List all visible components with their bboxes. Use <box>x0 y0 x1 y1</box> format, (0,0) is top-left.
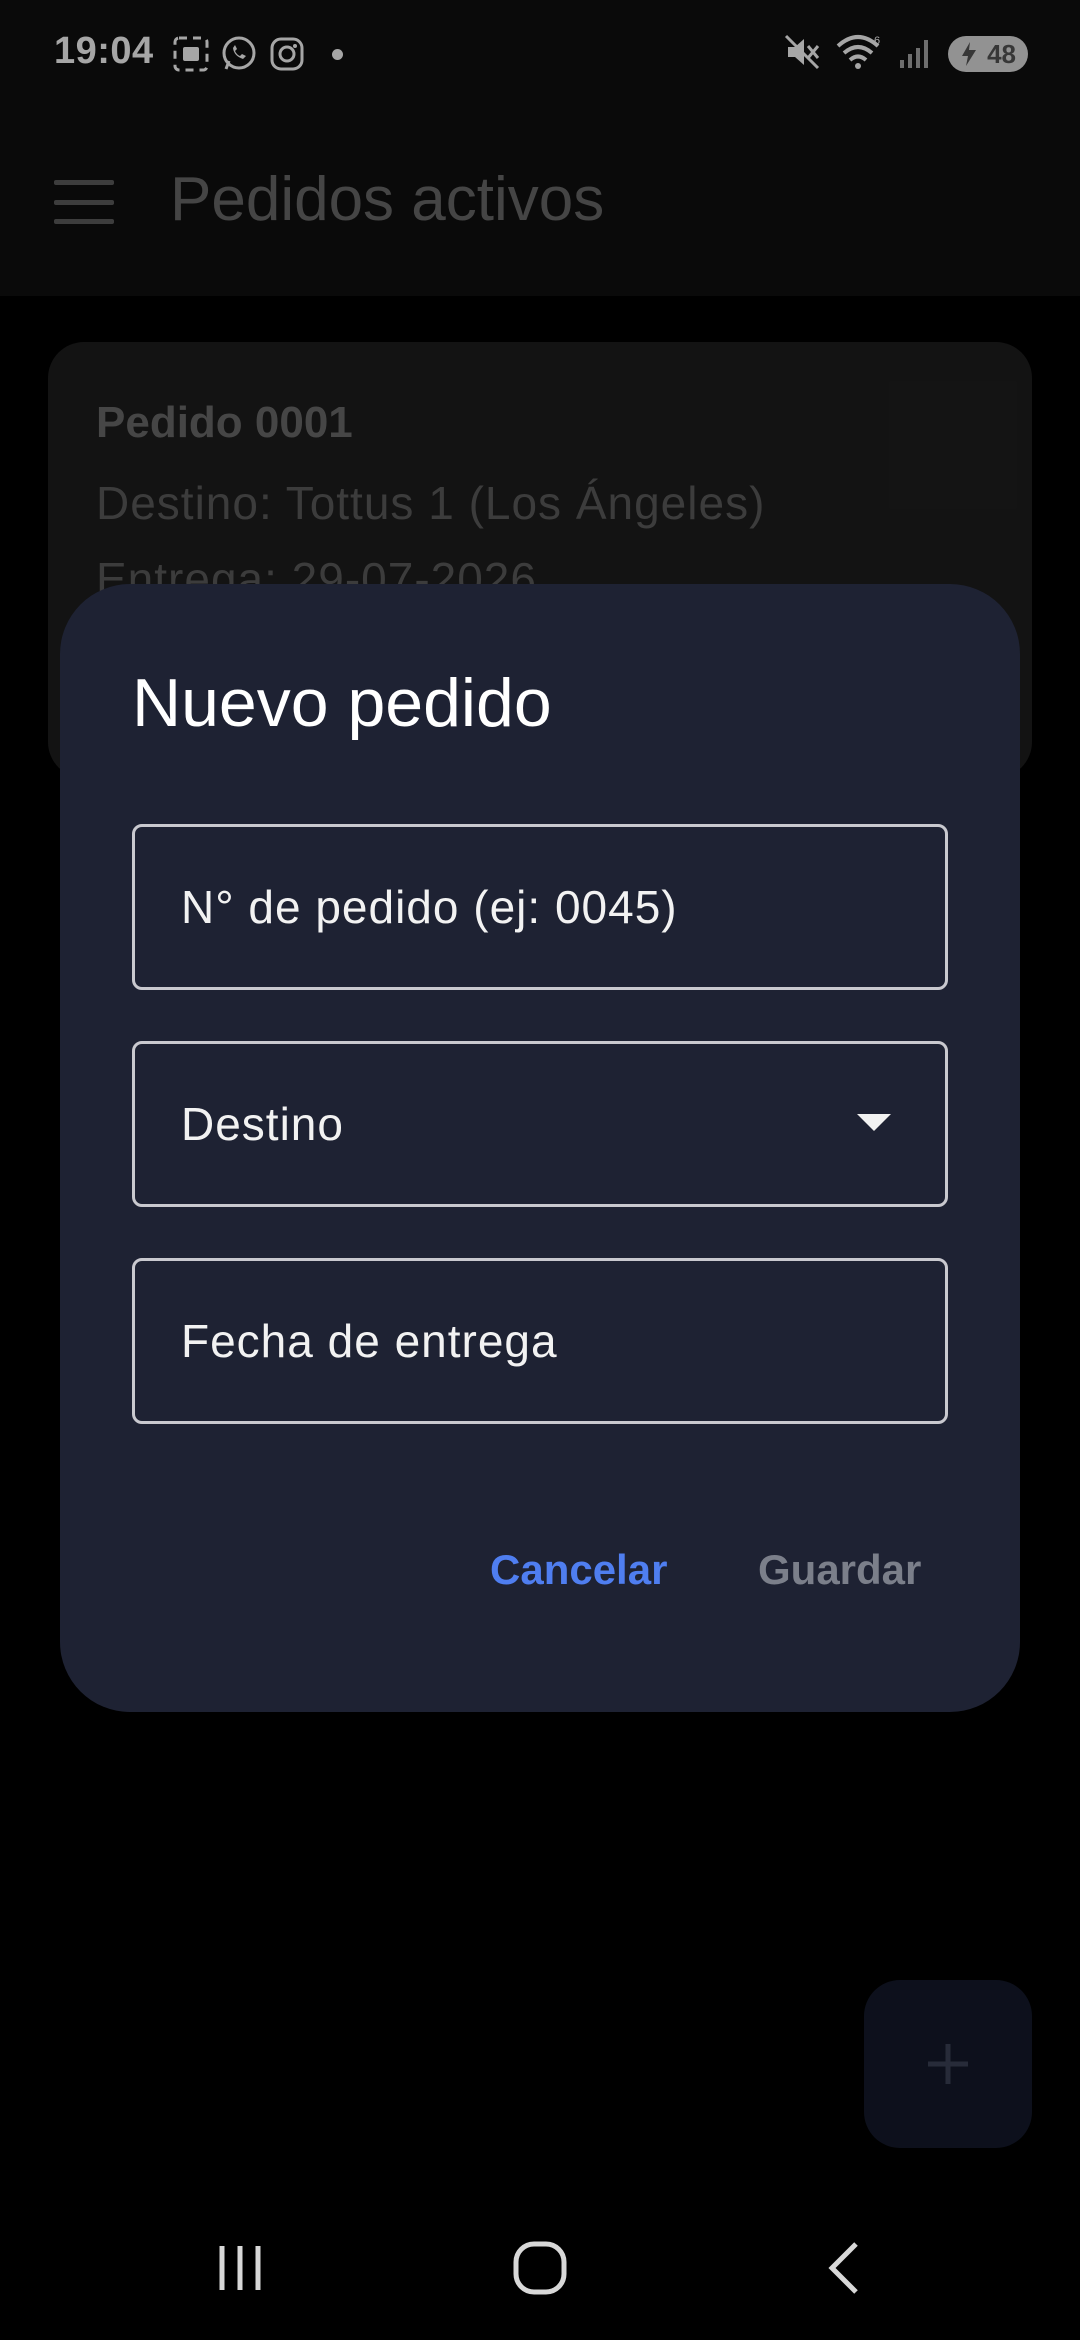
save-button[interactable]: Guardar <box>758 1546 921 1594</box>
new-order-dialog: Nuevo pedido N° de pedido (ej: 0045) Des… <box>60 584 1020 1712</box>
app-screen: 19:04 6 48 Pedidos activos Pedido 0001 D… <box>0 0 1080 2340</box>
order-number-field[interactable]: N° de pedido (ej: 0045) <box>132 824 948 990</box>
delivery-date-field[interactable]: Fecha de entrega <box>132 1258 948 1424</box>
cancel-button[interactable]: Cancelar <box>490 1546 667 1594</box>
dropdown-arrow-icon <box>857 1114 891 1131</box>
destination-dropdown[interactable]: Destino <box>132 1041 948 1207</box>
dialog-title: Nuevo pedido <box>132 665 552 741</box>
home-icon[interactable] <box>510 2238 570 2303</box>
recent-apps-icon[interactable] <box>210 2238 270 2303</box>
delivery-date-label: Fecha de entrega <box>181 1315 558 1367</box>
back-icon[interactable] <box>816 2238 876 2303</box>
order-number-label: N° de pedido (ej: 0045) <box>181 881 678 933</box>
navigation-bar <box>0 2190 1080 2340</box>
destination-label: Destino <box>181 1098 344 1150</box>
